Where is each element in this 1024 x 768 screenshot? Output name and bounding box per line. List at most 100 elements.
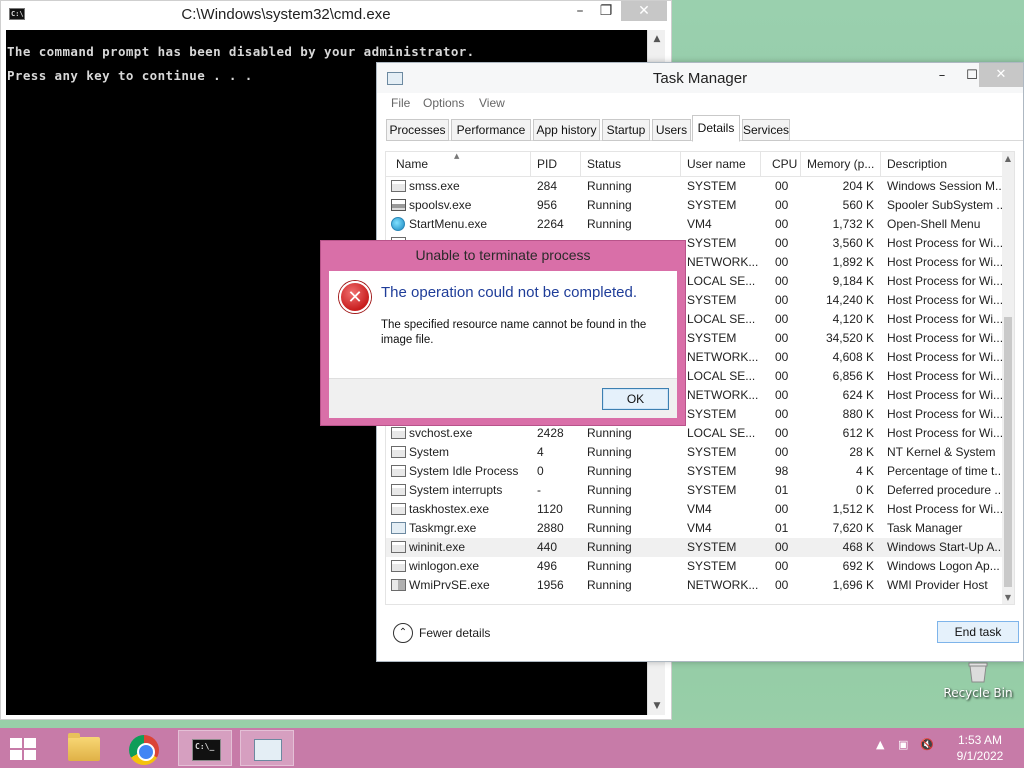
column-user-name[interactable]: User name (687, 157, 746, 171)
column-divider[interactable] (760, 152, 761, 177)
cell-pid: 284 (537, 179, 558, 193)
task-manager-titlebar[interactable]: Task Manager – ☐ ✕ (377, 63, 1023, 93)
ok-button[interactable]: OK (602, 388, 669, 410)
table-row[interactable]: WmiPrvSE.exe 1956 Running NETWORK... 00 1,696… (386, 576, 1012, 595)
minimize-button[interactable]: – (927, 65, 957, 87)
taskbar-cmd[interactable]: C:\_ (178, 730, 232, 766)
volume-muted-icon[interactable]: 🔇 (920, 738, 934, 751)
cell-mem: 624 K (842, 388, 874, 402)
cell-name: System interrupts (409, 483, 503, 497)
cell-mem: 4 K (855, 464, 874, 478)
menu-view[interactable]: View (479, 96, 505, 110)
cell-user: SYSTEM (687, 445, 737, 459)
cell-desc: Host Process for Wi... (887, 350, 1002, 364)
column-description[interactable]: Description (887, 157, 947, 171)
table-row[interactable]: System 4 Running SYSTEM 00 28 K NT Kernel & Sy… (386, 443, 1012, 462)
cell-name: WmiPrvSE.exe (409, 578, 490, 592)
column-pid[interactable]: PID (537, 157, 557, 171)
network-icon[interactable]: ▣ (898, 738, 908, 751)
cell-status: Running (587, 483, 632, 497)
cell-cpu: 00 (775, 293, 789, 307)
taskmgr-icon (391, 522, 406, 534)
table-row[interactable]: Taskmgr.exe 2880 Running VM4 01 7,620 K Task M… (386, 519, 1012, 538)
cell-name: StartMenu.exe (409, 217, 488, 231)
column-memory[interactable]: Memory (p... (807, 157, 874, 171)
menu-file[interactable]: File (391, 96, 410, 110)
chevron-up-icon: ⌃ (393, 623, 413, 643)
close-button[interactable]: ✕ (979, 63, 1023, 87)
cell-status: Running (587, 521, 632, 535)
column-divider[interactable] (580, 152, 581, 177)
table-row[interactable]: spoolsv.exe 956 Running SYSTEM 00 560 K Spoole… (386, 196, 1012, 215)
cmd-icon: C:\_ (192, 739, 221, 761)
cell-desc: Host Process for Wi... (887, 388, 1002, 402)
dialog-button-bar: OK (329, 378, 677, 418)
column-cpu[interactable]: CPU (772, 157, 797, 171)
show-hidden-icons-icon[interactable]: ▲ (876, 738, 884, 751)
end-task-button[interactable]: End task (937, 621, 1019, 643)
cell-status: Running (587, 502, 632, 516)
task-manager-footer: ⌃ Fewer details End task (377, 611, 1023, 661)
clock-time: 1:53 AM (957, 733, 1003, 747)
tab-performance[interactable]: Performance (451, 119, 531, 141)
scroll-down-icon[interactable]: ▼ (648, 697, 666, 715)
cell-desc: Task Manager (887, 521, 963, 535)
scroll-up-icon[interactable]: ▲ (1002, 154, 1014, 163)
column-divider[interactable] (680, 152, 681, 177)
scrollbar-thumb[interactable] (1004, 317, 1012, 587)
menu-bar: File Options View (377, 93, 1023, 115)
cell-user: NETWORK... (687, 578, 759, 592)
scroll-up-icon[interactable]: ▲ (648, 30, 666, 48)
tab-users[interactable]: Users (652, 119, 691, 141)
table-row[interactable]: System Idle Process 0 Running SYSTEM 98 4 K Pe… (386, 462, 1012, 481)
table-row[interactable]: svchost.exe 2428 Running LOCAL SE... 00 612 K… (386, 424, 1012, 443)
tab-services[interactable]: Services (742, 119, 790, 141)
tab-app-history[interactable]: App history (533, 119, 600, 141)
taskbar: C:\_ ▲ ▣ 🔇 1:53 AM 9/1/2022 (0, 728, 1024, 768)
cell-user: LOCAL SE... (687, 426, 756, 440)
scroll-down-icon[interactable]: ▼ (1002, 593, 1014, 602)
tab-startup[interactable]: Startup (602, 119, 650, 141)
column-name[interactable]: Name (396, 157, 428, 171)
cell-user: NETWORK... (687, 388, 759, 402)
column-divider[interactable] (800, 152, 801, 177)
cell-cpu: 00 (775, 426, 789, 440)
cell-mem: 34,520 K (825, 331, 874, 345)
minimize-button[interactable]: – (567, 1, 593, 21)
start-button[interactable] (0, 730, 54, 766)
table-row[interactable]: wininit.exe 440 Running SYSTEM 00 468 K Window… (386, 538, 1012, 557)
table-row[interactable]: smss.exe 284 Running SYSTEM 00 204 K Windows S… (386, 177, 1012, 196)
dialog-body: ✕ The operation could not be completed. … (329, 271, 677, 418)
cell-user: SYSTEM (687, 540, 737, 554)
table-row[interactable]: StartMenu.exe 2264 Running VM4 00 1,732 K Open… (386, 215, 1012, 234)
cell-mem: 4,608 K (832, 350, 874, 364)
cell-cpu: 00 (775, 445, 789, 459)
clock[interactable]: 1:53 AM 9/1/2022 (944, 732, 1016, 764)
taskbar-chrome[interactable] (116, 730, 170, 766)
table-scrollbar[interactable]: ▲ ▼ (1002, 152, 1014, 604)
table-row[interactable]: System interrupts - Running SYSTEM 01 0 K Defe… (386, 481, 1012, 500)
cell-desc: Host Process for Wi... (887, 255, 1002, 269)
column-status[interactable]: Status (587, 157, 621, 171)
cell-cpu: 00 (775, 350, 789, 364)
cmd-titlebar[interactable]: C:\ C:\Windows\system32\cmd.exe – ❐ ✕ (1, 1, 671, 29)
maximize-button[interactable]: ❐ (593, 1, 619, 21)
cell-desc: Host Process for Wi... (887, 426, 1002, 440)
cell-mem: 468 K (842, 540, 874, 554)
recycle-bin[interactable]: Recycle Bin (940, 660, 1016, 700)
close-button[interactable]: ✕ (621, 1, 667, 21)
table-row[interactable]: winlogon.exe 496 Running SYSTEM 00 692 K Windo… (386, 557, 1012, 576)
printer-icon (391, 199, 406, 211)
table-row[interactable]: taskhostex.exe 1120 Running VM4 00 1,512 K Hos… (386, 500, 1012, 519)
table-header: ▲ Name PID Status User name CPU Memory (… (386, 152, 1014, 177)
column-divider[interactable] (880, 152, 881, 177)
error-dialog[interactable]: Unable to terminate process ✕ The operat… (320, 240, 686, 426)
cell-user: VM4 (687, 217, 712, 231)
menu-options[interactable]: Options (423, 96, 464, 110)
cell-user: NETWORK... (687, 350, 759, 364)
column-divider[interactable] (530, 152, 531, 177)
taskbar-task-manager[interactable] (240, 730, 294, 766)
taskbar-file-explorer[interactable] (54, 730, 108, 766)
tab-processes[interactable]: Processes (386, 119, 449, 141)
tab-details[interactable]: Details (692, 115, 740, 142)
